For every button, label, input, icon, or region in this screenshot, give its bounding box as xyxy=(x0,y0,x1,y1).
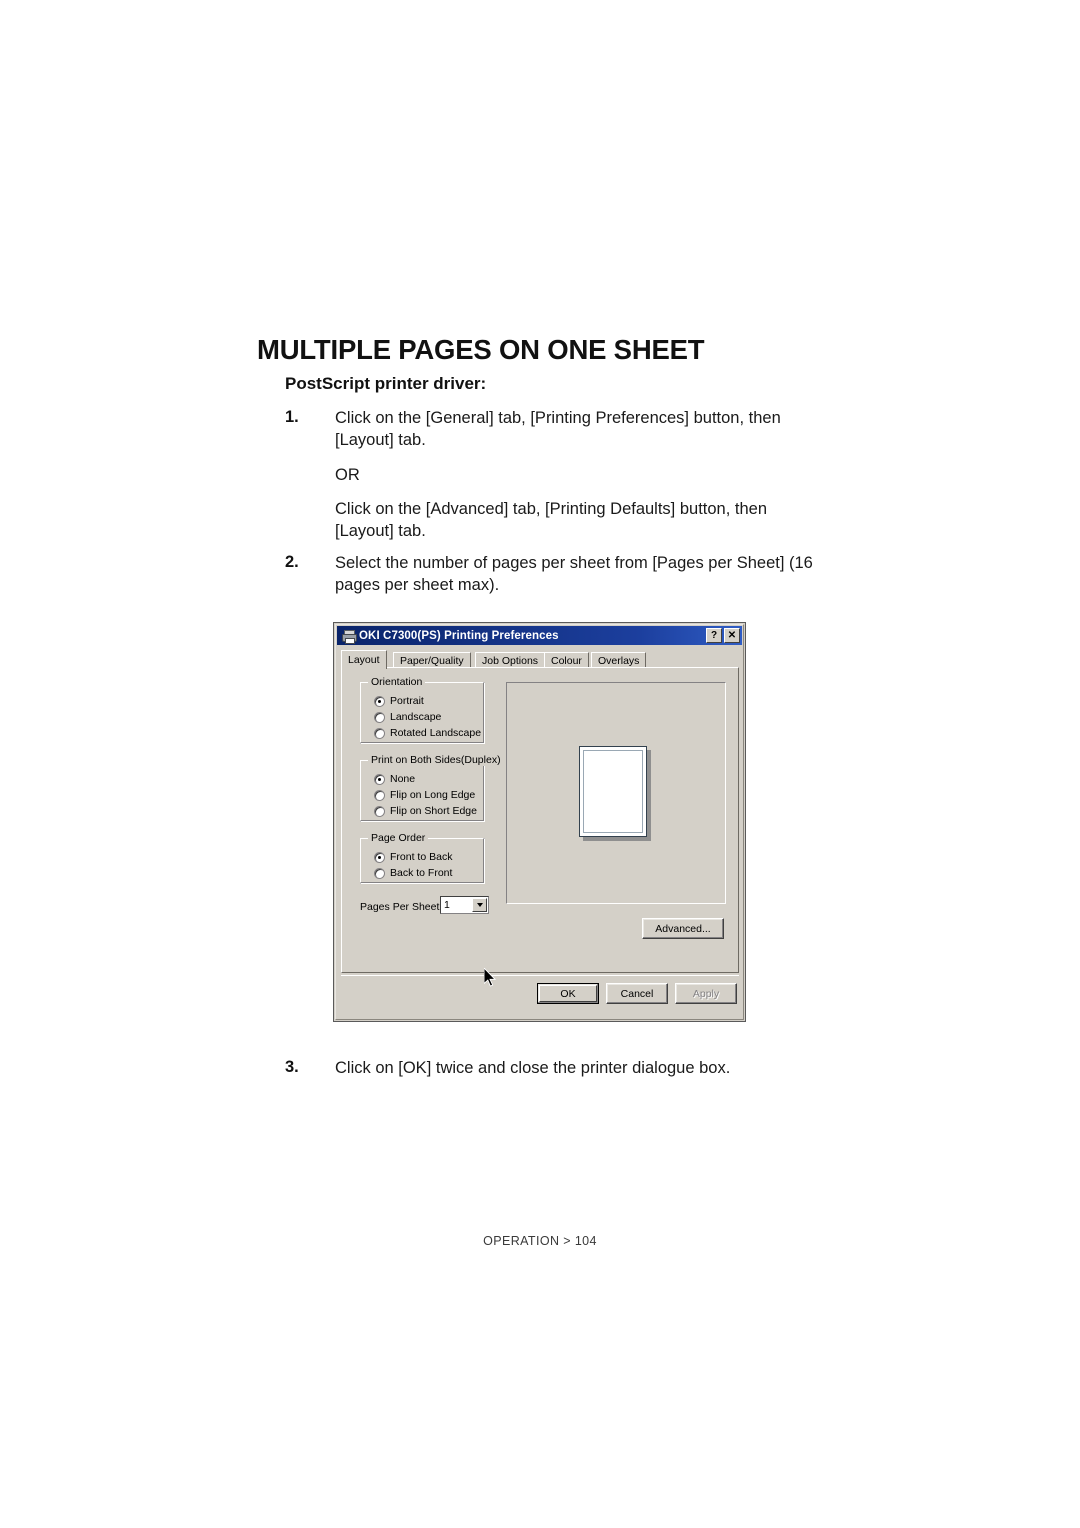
step-text: Click on the [General] tab, [Printing Pr… xyxy=(335,408,825,543)
page-title: MULTIPLE PAGES ON ONE SHEET xyxy=(257,334,705,366)
radio-landscape[interactable]: Landscape xyxy=(374,711,441,723)
step-item: 2. Select the number of pages per sheet … xyxy=(285,553,825,597)
radio-flip-long-edge[interactable]: Flip on Long Edge xyxy=(374,789,475,801)
page-footer: OPERATION > 104 xyxy=(483,1234,597,1248)
tab-paper-quality[interactable]: Paper/Quality xyxy=(393,652,471,668)
section-subtitle: PostScript printer driver: xyxy=(285,374,487,393)
instruction-steps: 1. Click on the [General] tab, [Printing… xyxy=(285,408,825,606)
step-text: Click on [OK] twice and close the printe… xyxy=(335,1058,905,1080)
step-item: 3. Click on [OK] twice and close the pri… xyxy=(285,1058,905,1080)
preview-sheet xyxy=(579,746,647,837)
printing-preferences-dialog: OKI C7300(PS) Printing Preferences ? ✕ L… xyxy=(333,622,746,1022)
apply-button: Apply xyxy=(675,983,737,1004)
mouse-cursor xyxy=(484,968,496,987)
radio-label: Flip on Short Edge xyxy=(390,805,477,817)
step-number: 2. xyxy=(285,552,299,571)
radio-front-to-back[interactable]: Front to Back xyxy=(374,851,452,863)
radio-indicator xyxy=(374,711,385,723)
advanced-button[interactable]: Advanced... xyxy=(642,918,724,939)
radio-rotated-landscape[interactable]: Rotated Landscape xyxy=(374,727,481,739)
radio-duplex-none[interactable]: None xyxy=(374,773,415,785)
help-icon[interactable]: ? xyxy=(706,628,722,643)
step-number: 1. xyxy=(285,408,299,426)
radio-indicator xyxy=(374,789,385,801)
tab-overlays[interactable]: Overlays xyxy=(591,652,647,668)
radio-label: Front to Back xyxy=(390,851,453,863)
radio-label: Rotated Landscape xyxy=(390,727,482,739)
radio-indicator xyxy=(374,867,385,879)
radio-indicator xyxy=(374,695,385,707)
radio-label: Flip on Long Edge xyxy=(390,789,476,801)
tab-colour[interactable]: Colour xyxy=(544,652,589,668)
step-line: Click on the [Advanced] tab, [Printing D… xyxy=(335,500,768,541)
radio-flip-short-edge[interactable]: Flip on Short Edge xyxy=(374,805,477,817)
radio-portrait[interactable]: Portrait xyxy=(374,695,424,707)
dialog-title: OKI C7300(PS) Printing Preferences xyxy=(359,629,559,642)
step-line: Click on [OK] twice and close the printe… xyxy=(335,1059,731,1077)
step-line: Select the number of pages per sheet fro… xyxy=(335,553,813,594)
dialog-titlebar[interactable]: OKI C7300(PS) Printing Preferences ? ✕ xyxy=(337,626,742,645)
ok-button-label: OK xyxy=(560,987,576,1000)
step-item: 1. Click on the [General] tab, [Printing… xyxy=(285,408,825,543)
step-line: Click on the [General] tab, [Printing Pr… xyxy=(335,409,781,449)
layout-preview-pane xyxy=(506,682,726,904)
orientation-group: Orientation Portrait Landscape Rotated L… xyxy=(360,676,485,744)
radio-label: Back to Front xyxy=(390,867,453,879)
radio-indicator xyxy=(374,727,385,739)
step-number: 3. xyxy=(285,1058,299,1076)
orientation-legend: Orientation xyxy=(368,676,426,688)
radio-indicator xyxy=(374,851,385,863)
tab-layout[interactable]: Layout xyxy=(341,650,387,669)
ok-button[interactable]: OK xyxy=(537,983,599,1004)
radio-label: None xyxy=(390,773,416,785)
page-order-group: Page Order Front to Back Back to Front xyxy=(360,832,485,884)
pages-per-sheet-select[interactable]: 1 xyxy=(440,896,489,914)
document-page: MULTIPLE PAGES ON ONE SHEET PostScript p… xyxy=(0,0,1080,1528)
chevron-down-icon[interactable] xyxy=(472,898,487,912)
duplex-legend: Print on Both Sides(Duplex) xyxy=(368,754,504,766)
step-text: Select the number of pages per sheet fro… xyxy=(335,553,825,597)
duplex-group: Print on Both Sides(Duplex) None Flip on… xyxy=(360,754,504,822)
step-line-or: OR xyxy=(335,465,360,484)
close-icon[interactable]: ✕ xyxy=(724,628,740,643)
dialog-divider xyxy=(341,975,739,976)
tab-job-options[interactable]: Job Options xyxy=(475,652,546,668)
tab-bar: Layout Paper/Quality Job Options Colour … xyxy=(341,650,738,669)
radio-indicator xyxy=(374,805,385,817)
radio-label: Portrait xyxy=(390,695,424,707)
radio-indicator xyxy=(374,773,385,785)
layout-tab-panel: Orientation Portrait Landscape Rotated L… xyxy=(341,667,739,987)
radio-back-to-front[interactable]: Back to Front xyxy=(374,867,452,879)
radio-label: Landscape xyxy=(390,711,442,723)
page-order-legend: Page Order xyxy=(368,832,429,844)
pages-per-sheet-label: Pages Per Sheet: xyxy=(360,901,443,913)
printer-icon xyxy=(341,629,357,644)
preview-sheet-content xyxy=(583,750,643,833)
cancel-button[interactable]: Cancel xyxy=(606,983,668,1004)
pages-per-sheet-value: 1 xyxy=(444,899,450,911)
